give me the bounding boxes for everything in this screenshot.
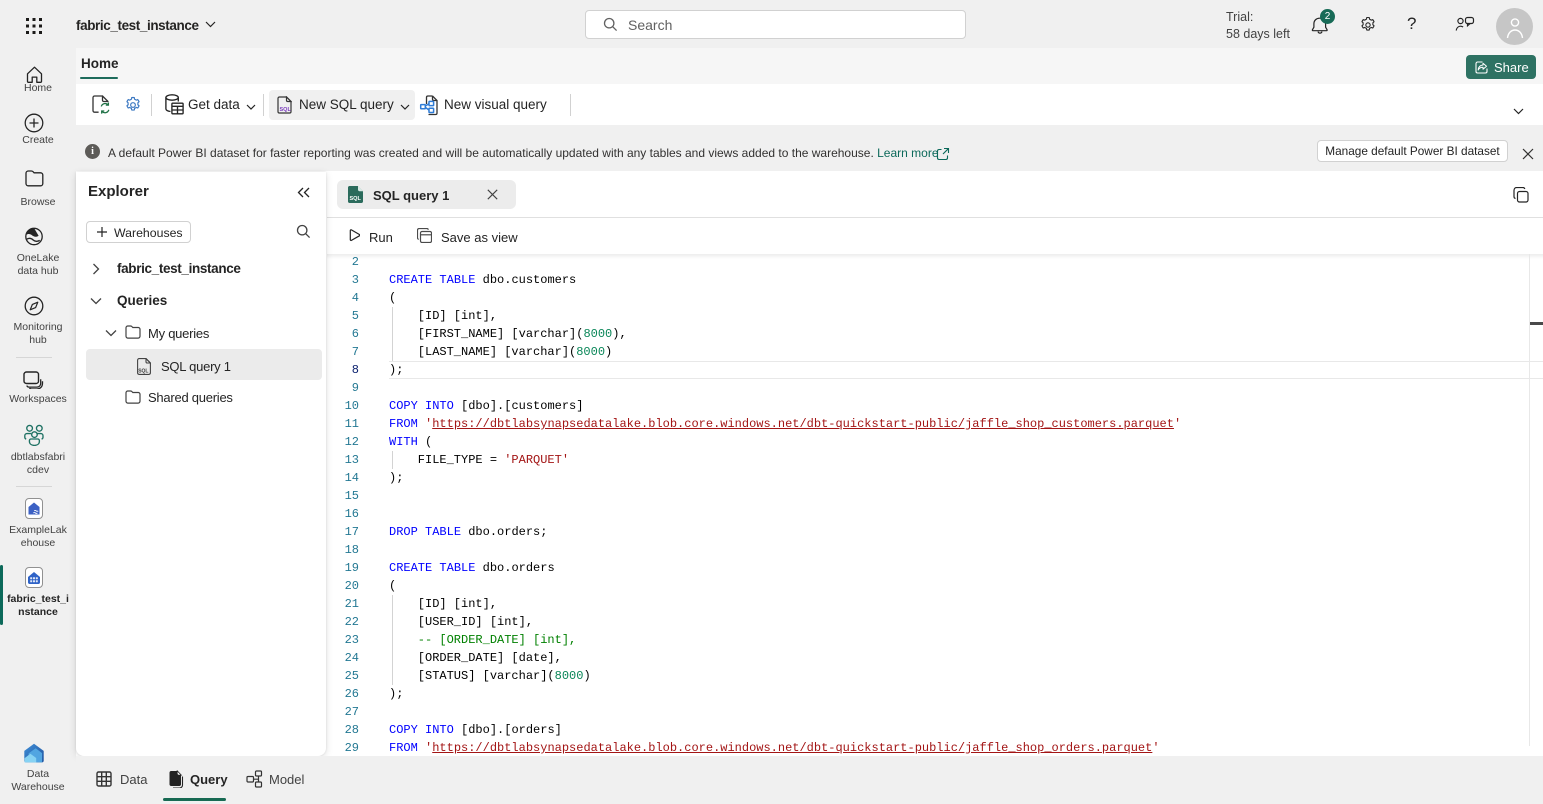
svg-text:SQL: SQL	[350, 196, 362, 202]
svg-text:SQL: SQL	[138, 369, 148, 375]
svg-text:SQL: SQL	[280, 107, 292, 113]
